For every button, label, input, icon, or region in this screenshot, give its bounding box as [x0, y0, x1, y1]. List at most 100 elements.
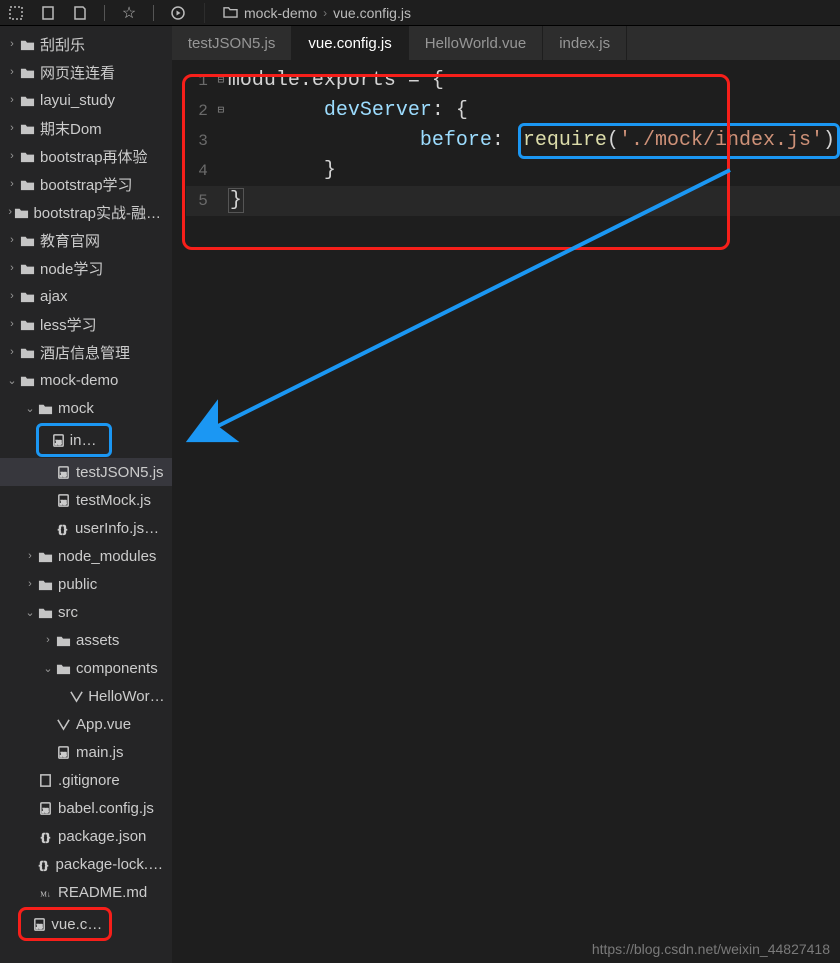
- tree-item[interactable]: ›ajax: [0, 282, 172, 310]
- chevron-right-icon[interactable]: ›: [6, 178, 18, 190]
- tree-item-label: index.js: [70, 432, 103, 449]
- tree-item-label: package-lock.json: [56, 856, 166, 873]
- tree-item-label: 教育官网: [40, 230, 100, 251]
- tree-item[interactable]: ›node_modules: [0, 542, 172, 570]
- tree-item-label: node学习: [40, 258, 103, 279]
- chevron-right-icon[interactable]: ›: [6, 346, 18, 358]
- chevron-right-icon[interactable]: ›: [6, 94, 18, 106]
- tree-item[interactable]: App.vue: [0, 710, 172, 738]
- tree-item-label: 酒店信息管理: [40, 342, 130, 363]
- toolbar-icon-new-file[interactable]: [36, 1, 60, 25]
- top-toolbar: ☆ mock-demo › vue.config.js: [0, 0, 840, 26]
- tree-item[interactable]: ⌄mock-demo: [0, 366, 172, 394]
- vue-icon: [54, 717, 72, 732]
- tree-item[interactable]: ›bootstrap学习: [0, 170, 172, 198]
- chevron-right-icon[interactable]: ›: [6, 150, 18, 162]
- file-explorer[interactable]: ›刮刮乐›网页连连看›layui_study›期末Dom›bootstrap再体…: [0, 26, 172, 963]
- tree-item[interactable]: ›刮刮乐: [0, 30, 172, 58]
- code-token: module: [228, 69, 300, 92]
- code-token: : {: [432, 99, 468, 122]
- chevron-right-icon: ›: [323, 6, 327, 20]
- tree-item[interactable]: ›layui_study: [0, 86, 172, 114]
- chevron-down-icon[interactable]: ⌄: [42, 662, 54, 675]
- js-icon: JS: [32, 917, 47, 932]
- toolbar-icon-save[interactable]: [68, 1, 92, 25]
- tree-item[interactable]: ›网页连连看: [0, 58, 172, 86]
- tree-item[interactable]: .gitignore: [0, 766, 172, 794]
- chevron-down-icon[interactable]: ⌄: [6, 374, 18, 387]
- fold-icon[interactable]: ⊟: [214, 66, 228, 96]
- chevron-right-icon[interactable]: ›: [42, 634, 54, 646]
- tree-item-label: public: [58, 576, 97, 593]
- tree-item[interactable]: ›期末Dom: [0, 114, 172, 142]
- tree-item[interactable]: ›bootstrap再体验: [0, 142, 172, 170]
- folder-icon: [18, 317, 36, 332]
- svg-text:{}: {}: [38, 860, 48, 871]
- toolbar-icon-1[interactable]: [4, 1, 28, 25]
- tree-item[interactable]: JStestMock.js: [0, 486, 172, 514]
- tree-item[interactable]: JS index.js: [39, 426, 109, 454]
- folder-icon: [18, 65, 36, 80]
- toolbar-separator-2: [153, 5, 154, 21]
- json-icon: {}: [54, 521, 71, 536]
- chevron-right-icon[interactable]: ›: [6, 290, 18, 302]
- tree-item[interactable]: ›bootstrap实战-融职教育首页: [0, 198, 172, 226]
- chevron-right-icon[interactable]: ›: [24, 578, 36, 590]
- tree-item[interactable]: › 教育官网: [0, 226, 172, 254]
- tree-item-label: App.vue: [76, 716, 131, 733]
- chevron-right-icon[interactable]: ›: [6, 66, 18, 78]
- tab-index-js[interactable]: index.js: [543, 26, 627, 60]
- tree-item[interactable]: ⌄ mock: [0, 394, 172, 422]
- tree-item[interactable]: JS main.js: [0, 738, 172, 766]
- tree-item-label: vue.config.js: [51, 916, 102, 933]
- chevron-right-icon[interactable]: ›: [6, 122, 18, 134]
- folder-open-icon: [18, 373, 36, 388]
- chevron-right-icon[interactable]: ›: [6, 38, 18, 50]
- tree-item[interactable]: › 酒店信息管理: [0, 338, 172, 366]
- line-number: 5: [186, 186, 214, 216]
- chevron-right-icon[interactable]: ›: [6, 318, 18, 330]
- tree-item-label: testJSON5.js: [76, 464, 164, 481]
- tab-vue-config-js[interactable]: vue.config.js: [292, 26, 408, 60]
- json-icon: {}: [35, 857, 52, 872]
- star-icon[interactable]: ☆: [117, 1, 141, 25]
- folder-icon: [18, 37, 36, 52]
- chevron-down-icon[interactable]: ⌄: [24, 402, 36, 415]
- breadcrumb-file: vue.config.js: [333, 5, 411, 21]
- tree-item[interactable]: › public: [0, 570, 172, 598]
- tree-item[interactable]: JSbabel.config.js: [0, 794, 172, 822]
- code-token: = {: [396, 69, 444, 92]
- editor-area[interactable]: 1 ⊟ module.exports = { 2 ⊟ devServer: { …: [172, 60, 840, 963]
- tab-helloworld-vue[interactable]: HelloWorld.vue: [409, 26, 543, 60]
- js-icon: JS: [54, 745, 72, 760]
- tab-testjson5-js[interactable]: testJSON5.js: [172, 26, 293, 60]
- run-icon[interactable]: [166, 1, 190, 25]
- tree-item[interactable]: ›assets: [0, 626, 172, 654]
- chevron-right-icon[interactable]: ›: [6, 206, 14, 218]
- tree-item[interactable]: ⌄components: [0, 654, 172, 682]
- chevron-right-icon[interactable]: ›: [24, 550, 36, 562]
- tree-item[interactable]: M↓README.md: [0, 878, 172, 906]
- chevron-right-icon[interactable]: ›: [6, 262, 18, 274]
- tree-item[interactable]: {}userInfo.json5: [0, 514, 172, 542]
- fold-icon[interactable]: ⊟: [214, 96, 228, 126]
- tree-item-label: mock: [58, 400, 94, 417]
- tree-item[interactable]: JS vue.config.js: [21, 910, 109, 938]
- tree-item[interactable]: ⌄src: [0, 598, 172, 626]
- tree-item[interactable]: ›less学习: [0, 310, 172, 338]
- code-block: 1 ⊟ module.exports = { 2 ⊟ devServer: { …: [172, 66, 840, 216]
- tree-item[interactable]: › node学习: [0, 254, 172, 282]
- tree-item[interactable]: {}package.json: [0, 822, 172, 850]
- tree-item[interactable]: HelloWorld.vue: [0, 682, 172, 710]
- code-token: require: [523, 129, 607, 152]
- breadcrumb[interactable]: mock-demo › vue.config.js: [219, 5, 411, 21]
- chevron-right-icon[interactable]: ›: [6, 234, 18, 246]
- tree-item[interactable]: {} package-lock.json: [0, 850, 172, 878]
- chevron-down-icon[interactable]: ⌄: [24, 606, 36, 619]
- tree-item-label: main.js: [76, 744, 124, 761]
- vue-icon: [69, 689, 84, 704]
- md-icon: M↓: [36, 885, 54, 900]
- js-icon: JS: [51, 433, 66, 448]
- tree-item[interactable]: JStestJSON5.js: [0, 458, 172, 486]
- json-icon: {}: [36, 829, 54, 844]
